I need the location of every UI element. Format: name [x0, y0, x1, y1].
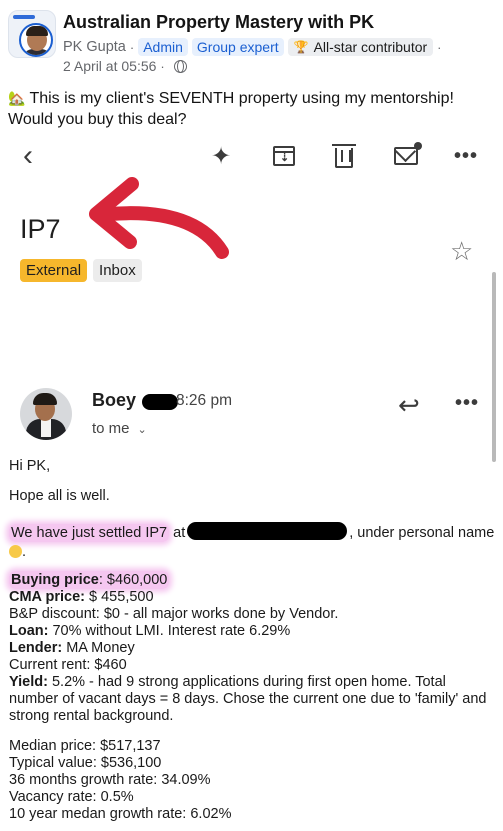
- message-more-icon[interactable]: •••: [455, 392, 479, 415]
- cma-line: CMA price: $ 455,500: [9, 589, 499, 606]
- label-external[interactable]: External: [20, 259, 88, 282]
- growth-36-line: 36 months growth rate: 34.09%: [9, 772, 211, 788]
- cma-value: $ 455,500: [85, 589, 154, 605]
- market-stats: Median price: $517,137 Typical value: $5…: [9, 738, 499, 823]
- group-expert-badge: Group expert: [191, 38, 284, 56]
- group-avatar[interactable]: [8, 10, 56, 58]
- author-meta: PK Gupta · Admin Group expert 🏆 All-star…: [63, 36, 446, 58]
- buying-price-value: : $460,000: [98, 572, 168, 588]
- sparkle-icon[interactable]: ✦: [203, 138, 239, 174]
- group-name[interactable]: Australian Property Mastery with PK: [63, 12, 374, 33]
- chevron-down-icon: ⌄: [137, 424, 147, 436]
- archive-icon[interactable]: [266, 138, 302, 174]
- group-avatar-banner: [13, 15, 35, 19]
- globe-icon: [173, 59, 187, 73]
- trash-icon[interactable]: [326, 138, 362, 174]
- more-icon[interactable]: •••: [448, 138, 484, 174]
- all-star-badge: 🏆 All-star contributor: [287, 38, 434, 56]
- label-inbox[interactable]: Inbox: [93, 259, 142, 282]
- loan-value: 70% without LMI. Interest rate 6.29%: [48, 623, 291, 639]
- back-icon[interactable]: ‹: [10, 138, 46, 174]
- loan-label: Loan:: [9, 623, 49, 639]
- reply-icon[interactable]: ↩: [398, 390, 420, 421]
- post-header: Australian Property Mastery with PK PK G…: [0, 0, 503, 84]
- typical-value-line: Typical value: $536,100: [9, 755, 162, 771]
- growth-10yr-line: 10 year medan growth rate: 6.02%: [9, 806, 232, 822]
- lender-value: MA Money: [62, 640, 135, 656]
- smile-emoji-icon: [9, 545, 22, 558]
- recipient-toggle[interactable]: to me ⌄: [92, 420, 147, 437]
- post-text: 🏡 This is my client's SEVENTH property us…: [8, 88, 498, 130]
- lender-label: Lender:: [9, 640, 63, 656]
- yield-line: Yield: 5.2% - had 9 strong applications …: [9, 674, 499, 725]
- star-icon[interactable]: ☆: [450, 236, 473, 267]
- post-timestamp-row: 2 April at 05:56 ·: [63, 58, 187, 74]
- buying-price-label: Buying price: [11, 572, 99, 588]
- post-text-line1: This is my client's SEVENTH property usi…: [29, 90, 454, 107]
- median-price-line: Median price: $517,137: [9, 738, 161, 754]
- all-star-label: All-star contributor: [313, 39, 428, 55]
- separator: ·: [129, 39, 135, 55]
- settled-highlight: We have just settled IP7: [9, 524, 170, 542]
- vacancy-line: Vacancy rate: 0.5%: [9, 789, 134, 805]
- sender-time: 8:26 pm: [176, 392, 233, 409]
- settled-paragraph: We have just settled IP7 at , under perso…: [9, 522, 499, 562]
- admin-badge: Admin: [138, 38, 188, 56]
- redacted-address: [187, 522, 348, 540]
- cma-label: CMA price:: [9, 589, 85, 605]
- post-timestamp[interactable]: 2 April at 05:56: [63, 58, 156, 74]
- red-arrow-annotation: [89, 177, 229, 259]
- bp-discount-line: B&P discount: $0 - all major works done …: [9, 606, 339, 622]
- deal-details: Buying price: $460,000 CMA price: $ 455,…: [9, 571, 499, 725]
- buying-price-line: Buying price: $460,000: [9, 571, 499, 589]
- yield-label: Yield:: [9, 674, 48, 690]
- email-opening: Hope all is well.: [9, 488, 110, 504]
- house-plant-emoji-icon: 🏡: [8, 90, 26, 106]
- post-text-line2: Would you buy this deal?: [8, 111, 187, 128]
- settled-rest: , under personal name: [349, 525, 495, 541]
- email-labels: External Inbox: [20, 259, 142, 282]
- lender-line: Lender: MA Money: [9, 640, 499, 657]
- sender-name: Boey: [92, 390, 137, 410]
- redacted-sender-email: [142, 394, 178, 410]
- separator: ·: [160, 58, 165, 74]
- current-rent-line: Current rent: $460: [9, 657, 127, 673]
- sender-row: Boey 8:26 pm to me ⌄ ↩ •••: [0, 384, 503, 444]
- email-greeting: Hi PK,: [9, 458, 51, 474]
- settled-at: at: [173, 525, 186, 541]
- author-name[interactable]: PK Gupta: [63, 39, 126, 55]
- to-me-label: to me: [92, 420, 130, 437]
- email-toolbar: ‹ ✦ •••: [0, 138, 503, 178]
- author-avatar: [19, 23, 53, 57]
- trophy-icon: 🏆: [293, 40, 309, 54]
- sender-avatar[interactable]: [20, 388, 72, 440]
- email-subject: IP7: [20, 214, 61, 244]
- mark-unread-icon[interactable]: [388, 138, 424, 174]
- loan-line: Loan: 70% without LMI. Interest rate 6.2…: [9, 623, 499, 640]
- separator: ·: [437, 39, 442, 55]
- yield-value: 5.2% - had 9 strong applications during …: [9, 674, 487, 724]
